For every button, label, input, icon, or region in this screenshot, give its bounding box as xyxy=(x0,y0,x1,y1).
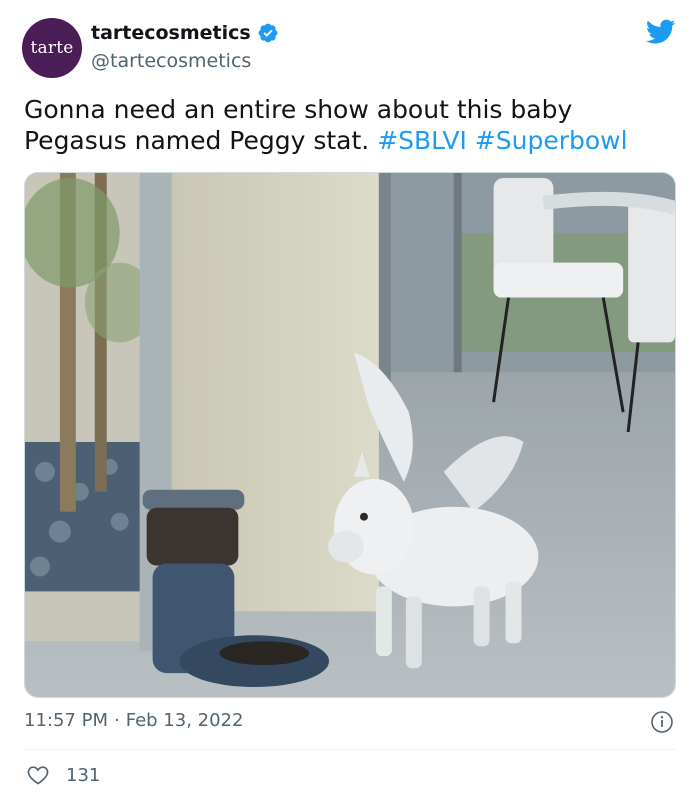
tweet-text: Gonna need an entire show about this bab… xyxy=(24,94,674,156)
heart-icon xyxy=(27,766,49,785)
author-display-name[interactable]: tartecosmetics xyxy=(91,22,251,44)
like-button[interactable]: 131 xyxy=(26,763,100,787)
tweet-photo[interactable] xyxy=(24,172,676,698)
tweet-card: tarte tartecosmetics @tartecosmetics Gon… xyxy=(0,0,700,802)
photo-pegasus-illustration xyxy=(25,173,675,697)
author-avatar[interactable]: tarte xyxy=(22,18,82,78)
divider xyxy=(24,749,676,750)
tweet-date: Feb 13, 2022 xyxy=(125,710,244,731)
hashtag-superbowl[interactable]: #Superbowl xyxy=(475,126,628,155)
tweet-timestamp[interactable]: 11:57 PM · Feb 13, 2022 xyxy=(24,710,243,731)
author-handle[interactable]: @tartecosmetics xyxy=(91,50,251,72)
twitter-bird-icon[interactable] xyxy=(646,19,676,45)
info-icon[interactable] xyxy=(650,710,674,734)
timestamp-separator: · xyxy=(113,710,120,731)
verified-badge-icon xyxy=(258,23,278,43)
avatar-logo-text: tarte xyxy=(30,38,74,58)
hashtag-sblvi[interactable]: #SBLVI xyxy=(377,126,467,155)
like-count: 131 xyxy=(66,764,101,786)
tweet-time: 11:57 PM xyxy=(24,710,108,731)
author-name-row[interactable]: tartecosmetics xyxy=(91,22,279,44)
